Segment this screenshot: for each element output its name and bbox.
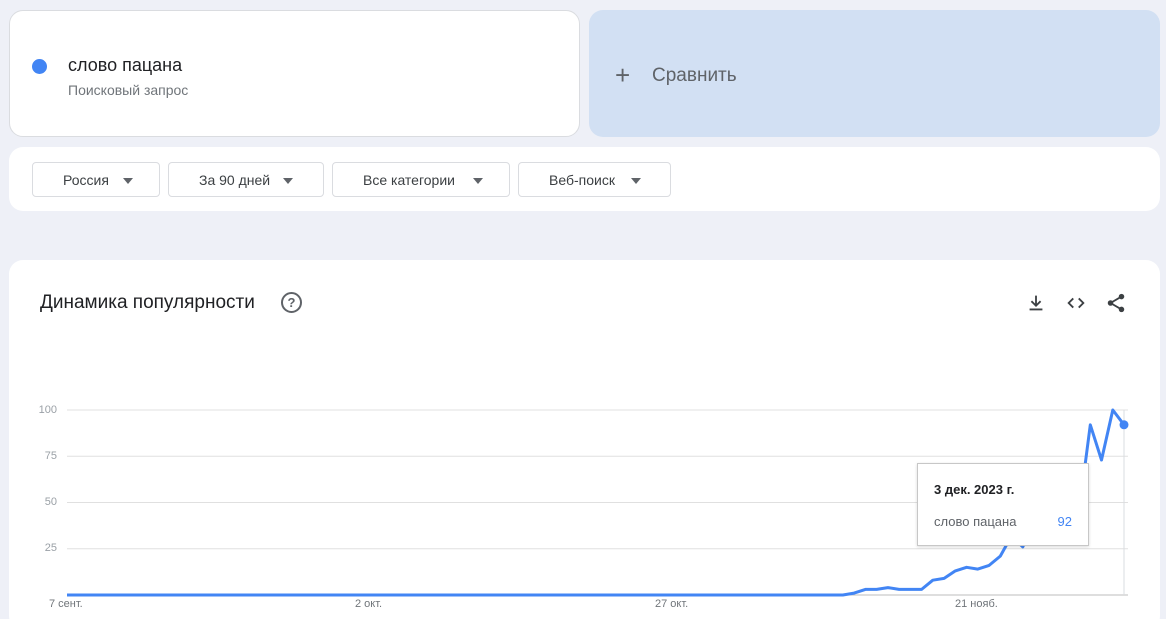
caret-down-icon	[123, 178, 133, 184]
filters-bar: Россия За 90 дней Все категории Веб-поис…	[9, 147, 1160, 211]
filter-region-label: Россия	[63, 171, 109, 188]
search-term-card[interactable]: слово пацана Поисковый запрос	[9, 10, 580, 137]
hover-data-point[interactable]	[1119, 420, 1129, 430]
interest-over-time-card: Динамика популярности ? 100 75 50 25 7 с…	[9, 260, 1160, 619]
filter-category-dropdown[interactable]: Все категории	[332, 162, 510, 197]
search-term-label: слово пацана	[68, 55, 183, 75]
filter-period-dropdown[interactable]: За 90 дней	[168, 162, 324, 197]
tooltip-term: слово пацана	[934, 514, 1017, 529]
filter-period-label: За 90 дней	[199, 171, 271, 188]
filter-category-label: Все категории	[363, 171, 455, 188]
search-term-subtitle: Поисковый запрос	[68, 82, 189, 98]
filter-region-dropdown[interactable]: Россия	[32, 162, 160, 197]
compare-label: Сравнить	[652, 65, 737, 86]
filter-search-type-dropdown[interactable]: Веб-поиск	[518, 162, 671, 197]
series-color-dot	[32, 59, 47, 74]
caret-down-icon	[631, 178, 641, 184]
trend-line-chart[interactable]	[9, 260, 1160, 619]
chart-tooltip: 3 дек. 2023 г. слово пацана 92	[917, 463, 1089, 546]
caret-down-icon	[473, 178, 483, 184]
compare-button[interactable]: + Сравнить	[589, 10, 1160, 137]
caret-down-icon	[283, 178, 293, 184]
plus-icon: +	[615, 60, 631, 90]
filter-search-type-label: Веб-поиск	[549, 171, 615, 188]
tooltip-date: 3 дек. 2023 г.	[934, 482, 1015, 497]
tooltip-value: 92	[1057, 514, 1072, 529]
